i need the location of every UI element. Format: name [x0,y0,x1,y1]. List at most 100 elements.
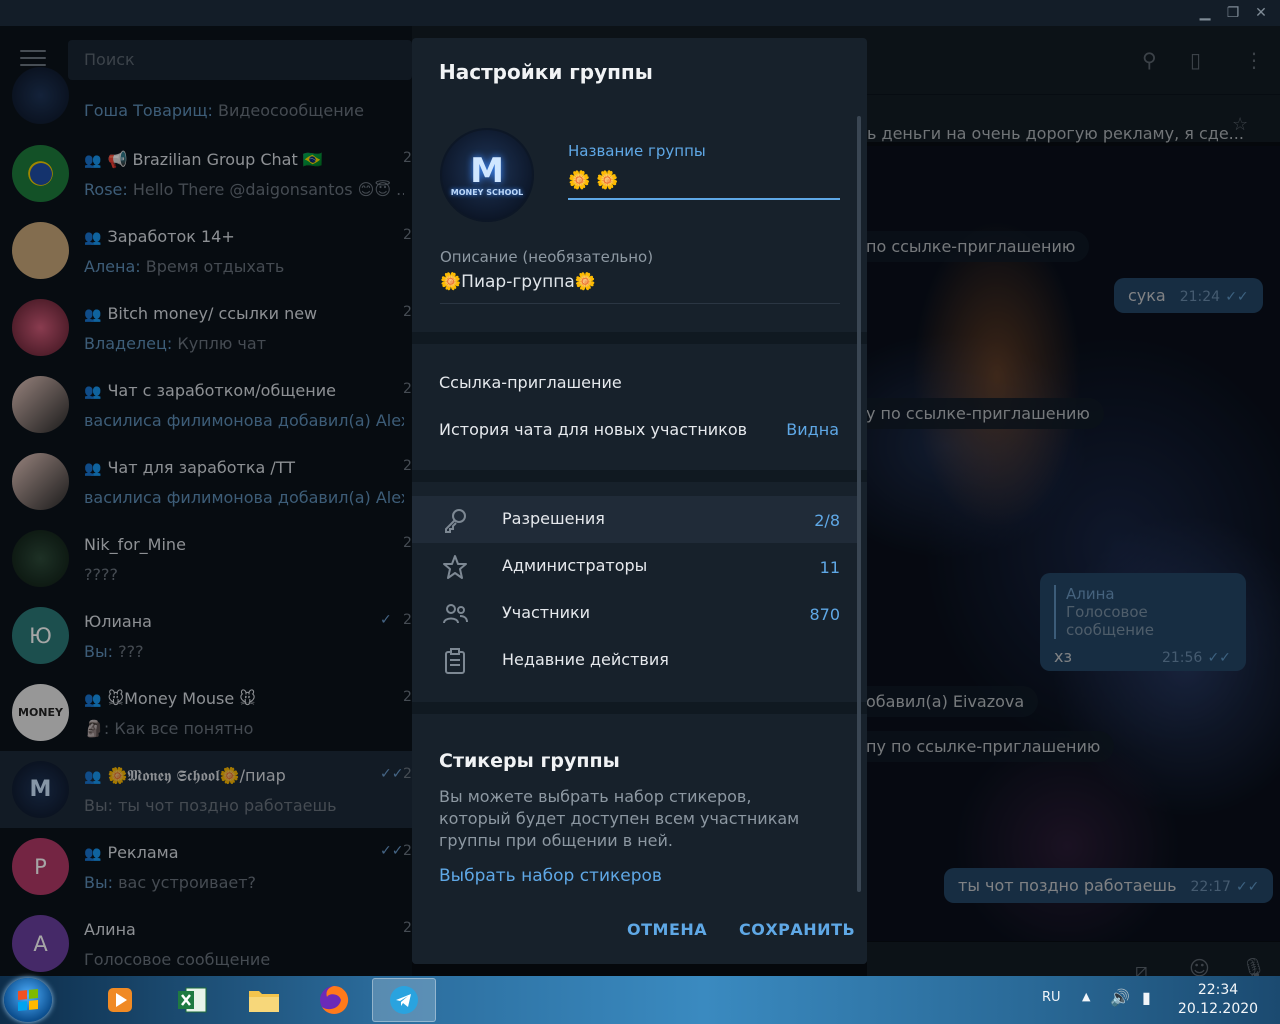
administrators-count: 11 [819,558,840,577]
chat-time: 2 [403,612,412,628]
chat-name: Nik_for_Mine [84,535,186,554]
clock-time: 22:34 [1197,982,1239,998]
chat-name: 👥 🌼𝕸𝖔𝖓𝖊𝖞 𝕾𝖈𝖍𝖔𝖔𝖑🌼/пиар [84,766,286,785]
message-bubble: ты чот поздно работаешь 22:17 ✓✓ [944,868,1274,903]
taskbar-firefox-icon[interactable] [302,978,366,1022]
chat-preview: ???? [84,565,118,584]
cancel-button[interactable]: ОТМЕНА [627,920,707,939]
chat-item[interactable]: 👥 Заработок 14+ 2 Алена: Время отдыхать [0,212,412,289]
chat-time: 2 [403,920,412,936]
chat-time: 2 [403,304,412,320]
avatar [12,453,69,510]
chat-time: 2 [403,227,412,243]
chat-item[interactable]: Ю Юлиана ✓ 2 Вы: ??? [0,597,412,674]
tray-expand-icon[interactable]: ▲ [1082,990,1090,1003]
chat-time: 2 [403,766,412,782]
group-icon: 👥 [84,384,102,400]
volume-icon[interactable]: 🔊 [1110,988,1130,1007]
service-message: по ссылке-приглашению [852,231,1090,262]
history-setting-label[interactable]: История чата для новых участников [439,420,747,439]
read-check-icon: ✓ [380,612,392,628]
administrators-item[interactable]: Администраторы 11 [412,543,858,590]
chat-preview: Гоша Товарищ: Видеосообщение [84,101,364,120]
chat-item[interactable]: 👥 📢 Brazilian Group Chat 🇧🇷 2 Rose: Hello… [0,135,412,212]
commands-icon[interactable]: ⧄ [1135,958,1148,976]
language-indicator[interactable]: RU [1042,990,1061,1005]
avatar [12,222,69,279]
chat-preview: василиса филимонова добавил(а) Alex G... [84,488,404,507]
history-setting-value[interactable]: Видна [786,420,839,439]
chat-name: 👥 Чат с заработком/общение [84,381,336,400]
chat-item[interactable]: 👥 Чат с заработком/общение 2 василиса фил… [0,366,412,443]
search-icon[interactable]: ⚲ [1142,48,1157,72]
restore-icon[interactable]: ❐ [1224,4,1242,22]
chat-item[interactable]: Гоша Товарищ: Видеосообщение [0,67,412,135]
windows-taskbar: RU ▲ 🔊 ▮ 22:34 20.12.2020 [0,976,1280,1024]
service-message: пу по ссылке-приглашению [852,731,1115,762]
reply-preview: Голосовое сообщение [1066,603,1154,639]
avatar: M [12,761,69,818]
chat-time: 2 [403,458,412,474]
star-icon [443,555,467,579]
search-input[interactable]: Поиск [68,40,412,80]
read-check-icon: ✓✓ [1225,289,1249,305]
members-item[interactable]: Участники 870 [412,590,858,637]
description-input[interactable]: 🌼Пиар-группа🌼 [440,272,840,304]
group-avatar[interactable]: M MONEY SCHOOL [440,128,534,222]
microphone-icon[interactable]: 🎙 [1241,956,1266,976]
avatar [12,530,69,587]
network-icon[interactable]: ▮ [1142,988,1151,1007]
close-icon[interactable]: ✕ [1252,4,1270,22]
chat-time: 2 [403,843,412,859]
dialog-scrollbar[interactable] [857,116,861,892]
choose-sticker-set-link[interactable]: Выбрать набор стикеров [439,866,662,886]
permissions-count: 2/8 [814,511,840,530]
emoji-icon[interactable]: ☺ [1189,956,1210,976]
message-bubble: сука 21:24 ✓✓ [1114,278,1263,313]
chat-item[interactable]: 👥 Чат для заработка /TT 2 василиса филимо… [0,443,412,520]
chat-list-panel: Поиск Гоша Товарищ: Видеосообщение 👥 📢 Br… [0,26,412,976]
pin-list-icon[interactable]: ☆ [1232,114,1248,135]
taskbar-explorer-icon[interactable] [232,978,296,1022]
chat-item[interactable]: 👥 Bitch money/ ссылки new 2 Владелец: Куп… [0,289,412,366]
invite-link-item[interactable]: Ссылка-приглашение [439,373,622,392]
chat-time: 2 [403,535,412,551]
permissions-item[interactable]: Разрешения 2/8 [412,496,858,543]
save-button[interactable]: СОХРАНИТЬ [739,920,855,939]
sidebar-toggle-icon[interactable]: ▯ [1190,48,1201,72]
message-input-bar[interactable]: ⧄ ☺ 🎙 [867,942,1280,976]
hamburger-menu-icon[interactable] [20,50,46,68]
chat-name: 👥 Заработок 14+ [84,227,235,246]
start-button[interactable] [4,978,52,1022]
dialog-footer: ОТМЕНА СОХРАНИТЬ [412,898,867,964]
group-name-input[interactable]: 🌼 🌼 [568,170,840,200]
section-divider [412,332,867,344]
pinned-message-text: ь деньги на очень дорогую рекламу, я сде… [867,124,1244,143]
chat-item[interactable]: Р 👥 Реклама ✓✓ 2 Вы: вас устроивает? [0,828,412,905]
chat-name: Алина [84,920,136,939]
group-icon: 👥 [84,230,102,246]
chat-item[interactable]: Nik_for_Mine 2 ???? [0,520,412,597]
taskbar-telegram-icon[interactable] [372,978,436,1022]
group-icon: 👥 [84,153,102,169]
recent-actions-item[interactable]: Недавние действия [412,637,858,684]
minimize-icon[interactable]: ▁ [1196,4,1214,22]
chat-time: 2 [403,150,412,166]
group-icon: 👥 [84,692,102,708]
chat-item-active[interactable]: M 👥 🌼𝕸𝖔𝖓𝖊𝖞 𝕾𝖈𝖍𝖔𝖔𝖑🌼/пиар ✓✓ 2 Вы: ты чот п… [0,751,412,828]
stickers-title: Стикеры группы [439,750,620,772]
avatar: MONEY [12,684,69,741]
taskbar-excel-icon[interactable] [160,978,224,1022]
chat-item[interactable]: MONEY 👥 🐭Money Mouse 🐭 2 🗿: Как все понят… [0,674,412,751]
chat-name: 👥 🐭Money Mouse 🐭 [84,689,256,708]
chat-preview: Вы: ты чот поздно работаешь [84,796,337,815]
chat-preview: Вы: ??? [84,642,144,661]
more-icon[interactable]: ⋮ [1244,48,1264,72]
chat-item[interactable]: А Алина 2 Голосовое сообщение [0,905,412,976]
avatar [12,299,69,356]
avatar: Р [12,838,69,895]
taskbar-media-player-icon[interactable] [88,978,152,1022]
reply-author: Алина [1066,585,1115,603]
system-clock[interactable]: 22:34 20.12.2020 [1176,981,1260,1019]
group-icon: 👥 [84,769,102,785]
